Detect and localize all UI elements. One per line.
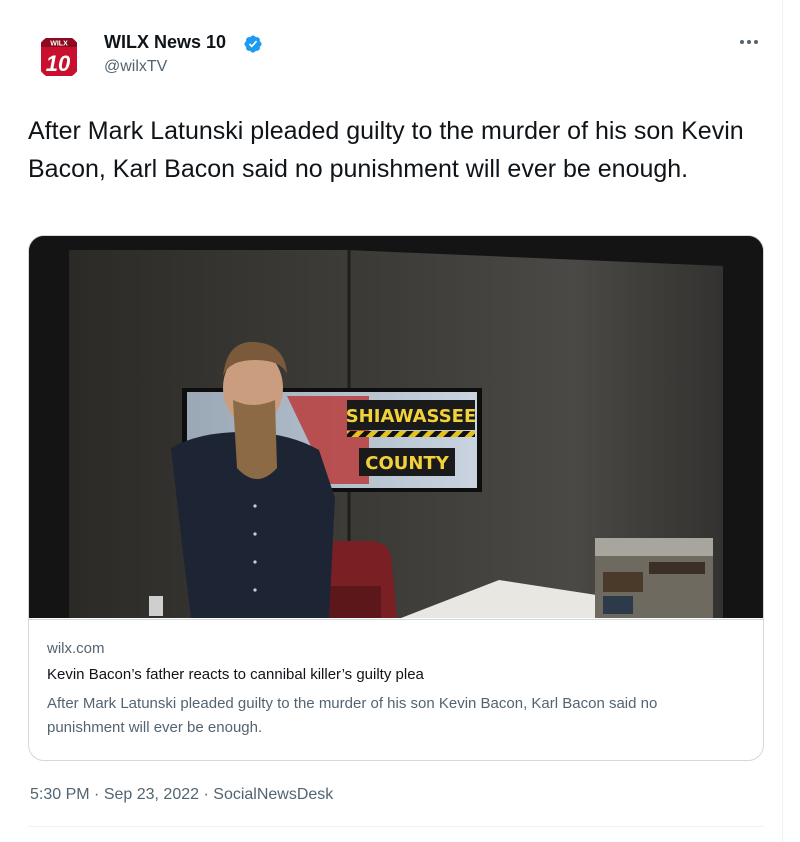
link-card[interactable]: SHIAWASSEE COUNTY wilx.com Kevin Bacon’s…: [28, 235, 764, 761]
card-domain: wilx.com: [47, 640, 105, 657]
tweet-metadata: 5:30 PM · Sep 23, 2022 · SocialNewsDesk: [30, 786, 333, 804]
card-info[interactable]: wilx.com Kevin Bacon’s father reacts to …: [29, 619, 763, 760]
more-options-icon[interactable]: [736, 30, 762, 54]
sign-line2: COUNTY: [365, 453, 449, 474]
divider: [782, 0, 783, 842]
sign-line1: SHIAWASSEE: [346, 406, 477, 427]
separator-dot: ·: [203, 786, 209, 803]
logo-text-top: WILX: [50, 41, 68, 48]
logo-text-main: 10: [46, 51, 71, 76]
tweet-date[interactable]: Sep 23, 2022: [104, 786, 199, 803]
separator-dot: ·: [94, 786, 100, 803]
display-name[interactable]: WILX News 10: [104, 32, 226, 53]
account-avatar[interactable]: WILX 10: [36, 34, 82, 80]
account-handle[interactable]: @wilxTV: [104, 58, 167, 76]
card-title[interactable]: Kevin Bacon’s father reacts to cannibal …: [47, 666, 424, 683]
tweet: WILX 10 WILX News 10 @wilxTV After Mark …: [0, 0, 800, 842]
tweet-source[interactable]: SocialNewsDesk: [213, 786, 333, 803]
divider: [28, 826, 764, 827]
tweet-text: After Mark Latunski pleaded guilty to th…: [28, 117, 744, 183]
verified-badge-icon: [243, 34, 263, 54]
tweet-time[interactable]: 5:30 PM: [30, 786, 90, 803]
card-image[interactable]: SHIAWASSEE COUNTY: [29, 236, 763, 618]
card-description: After Mark Latunski pleaded guilty to th…: [47, 695, 658, 736]
